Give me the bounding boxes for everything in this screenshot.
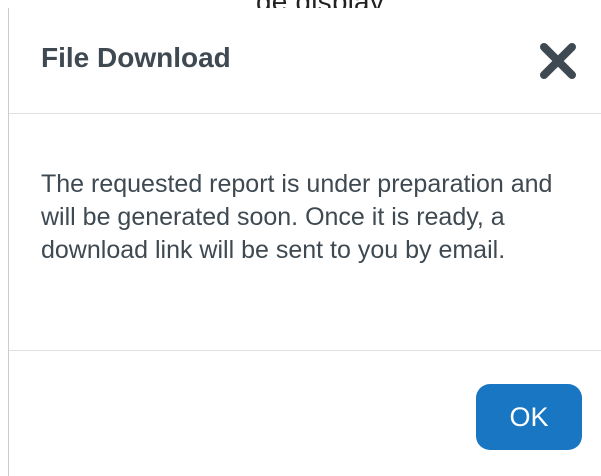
background-text-fragment: ...ge display... <box>0 0 601 8</box>
dialog-message: The requested report is under preparatio… <box>41 170 553 264</box>
background-text: ...ge display... <box>232 0 406 8</box>
dialog-header: File Download <box>9 8 601 114</box>
dialog-footer: OK <box>9 351 601 476</box>
dialog-title: File Download <box>41 42 231 73</box>
ok-button[interactable]: OK <box>476 384 582 450</box>
close-button[interactable] <box>538 41 578 81</box>
close-x-icon <box>540 43 576 79</box>
file-download-dialog: File Download The requested report is un… <box>8 8 601 476</box>
dialog-body: The requested report is under preparatio… <box>9 114 601 351</box>
